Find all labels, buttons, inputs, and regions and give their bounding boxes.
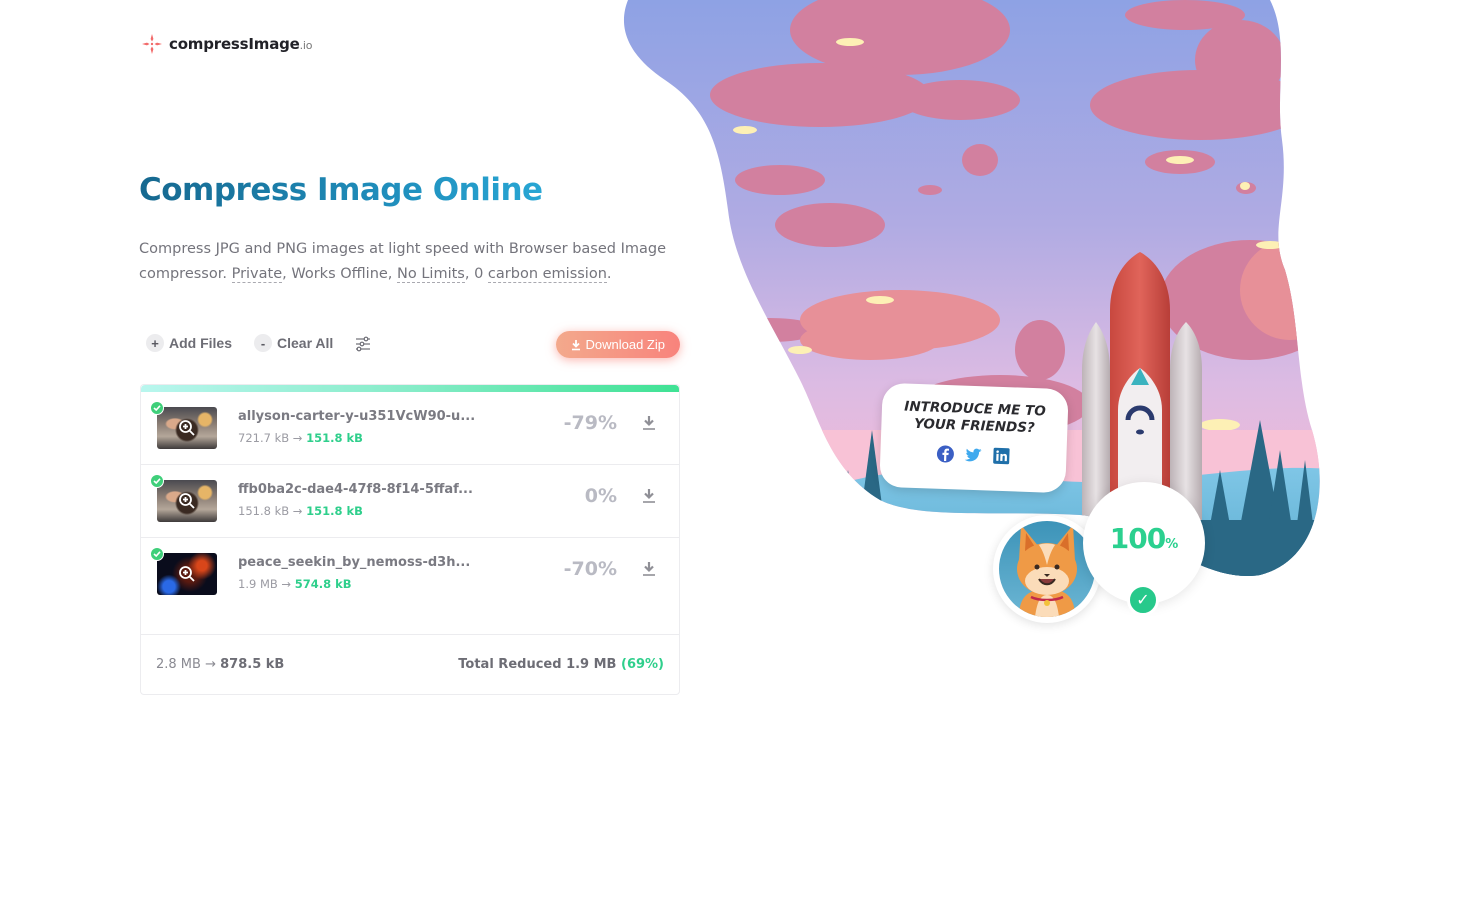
check-circle-icon — [150, 547, 164, 561]
social-links — [880, 443, 1067, 467]
overall-progress-bar — [141, 385, 679, 392]
hero-description: Compress JPG and PNG images at light spe… — [139, 241, 666, 283]
minus-icon: - — [254, 334, 272, 352]
check-circle-icon — [150, 474, 164, 488]
linkedin-icon[interactable] — [992, 447, 1011, 466]
file-size: 151.8 kB → 151.8 kB — [238, 504, 363, 518]
file-thumbnail[interactable] — [157, 407, 217, 449]
check-circle-icon — [150, 401, 164, 415]
feature-private[interactable]: Private — [231, 266, 283, 283]
feature-no-limits[interactable]: No Limits — [397, 266, 465, 283]
feature-carbon-emission[interactable]: carbon emission — [487, 266, 607, 283]
page-title: Compress Image Online — [139, 172, 543, 208]
zoom-in-icon — [179, 493, 195, 509]
twitter-icon[interactable] — [964, 446, 983, 465]
logo[interactable]: compressImage.io — [141, 33, 313, 55]
zoom-in-icon — [179, 566, 195, 582]
clear-all-button[interactable]: - Clear All — [254, 334, 333, 352]
file-row: peace_seekin_by_nemoss-d3h... 1.9 MB → 5… — [141, 538, 679, 611]
summary-footer: 2.8 MB → 878.5 kB Total Reduced 1.9 MB (… — [141, 634, 679, 694]
reduction-percent: 0% — [584, 485, 617, 507]
file-name: allyson-carter-y-u351VcW90-u... — [238, 409, 476, 424]
facebook-icon[interactable] — [936, 445, 955, 464]
sliders-icon[interactable] — [354, 335, 372, 353]
total-size: 2.8 MB → 878.5 kB — [156, 657, 285, 672]
add-files-button[interactable]: + Add Files — [146, 334, 232, 352]
download-icon — [571, 339, 580, 350]
file-name: ffb0ba2c-dae4-47f8-8f14-5ffaf... — [238, 482, 473, 497]
file-thumbnail[interactable] — [157, 553, 217, 595]
file-row: ffb0ba2c-dae4-47f8-8f14-5ffaf... 151.8 k… — [141, 465, 679, 538]
file-row: allyson-carter-y-u351VcW90-u... 721.7 kB… — [141, 392, 679, 465]
reduction-percent: -70% — [563, 558, 617, 580]
total-reduced: Total Reduced 1.9 MB (69%) — [458, 657, 664, 672]
file-list-card: allyson-carter-y-u351VcW90-u... 721.7 kB… — [140, 384, 680, 695]
completion-percent: 100% — [1109, 522, 1179, 555]
rocket-illustration — [623, 0, 1320, 577]
clear-all-label: Clear All — [277, 335, 334, 351]
plus-icon: + — [146, 334, 164, 352]
zoom-in-icon — [179, 420, 195, 436]
file-name: peace_seekin_by_nemoss-d3h... — [238, 555, 471, 570]
logo-text: compressImage.io — [169, 35, 313, 53]
file-size: 721.7 kB → 151.8 kB — [238, 431, 363, 445]
file-thumbnail[interactable] — [157, 480, 217, 522]
check-icon: ✓ — [1127, 584, 1159, 616]
share-prompt: Introduce me to your friends? — [904, 398, 1046, 437]
file-size: 1.9 MB → 574.8 kB — [238, 577, 352, 591]
toolbar: + Add Files - Clear All Download Zip — [140, 330, 680, 360]
share-bubble: Introduce me to your friends? — [879, 382, 1069, 494]
reduction-percent: -79% — [563, 412, 617, 434]
logo-icon — [142, 34, 162, 54]
add-files-label: Add Files — [169, 335, 233, 351]
corgi-icon — [1017, 525, 1077, 617]
